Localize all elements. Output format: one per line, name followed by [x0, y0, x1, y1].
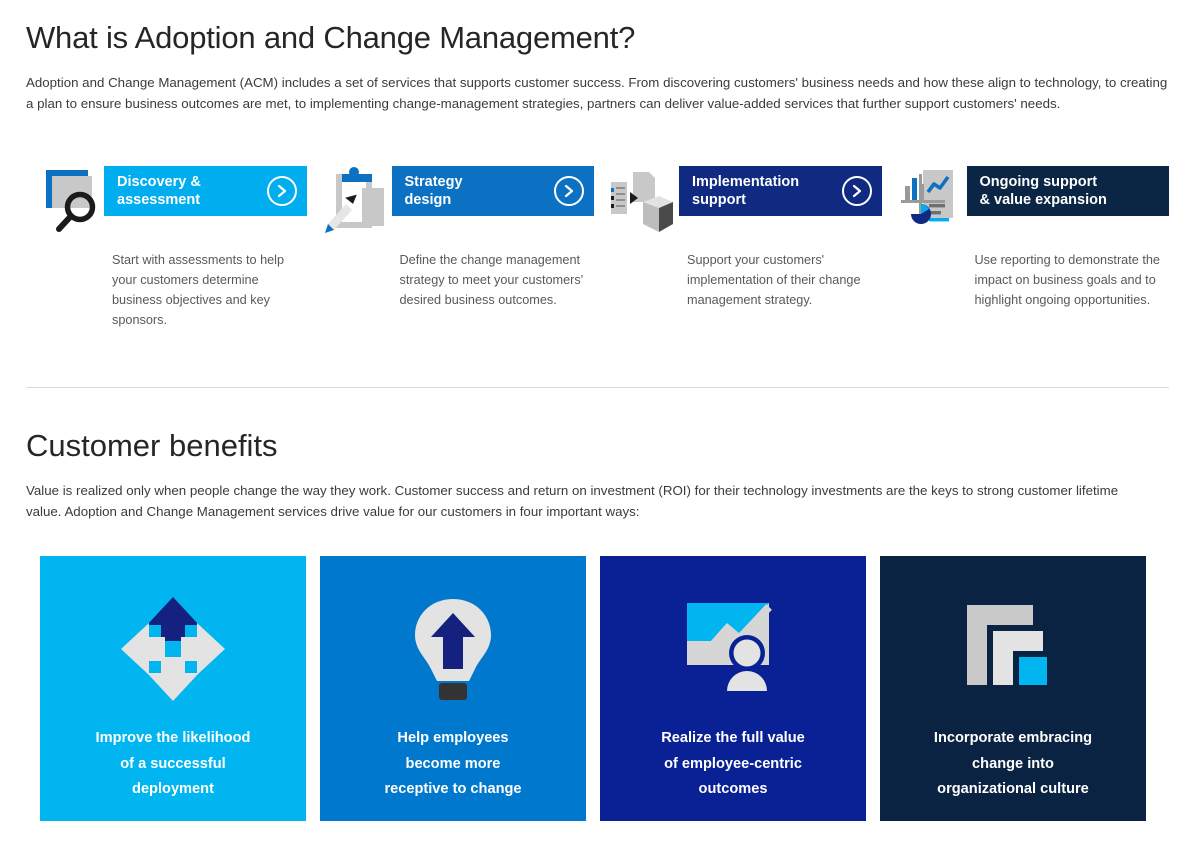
- benefit-tile-label-line2: change into: [972, 755, 1054, 772]
- process-card-strategy[interactable]: Strategy design Define the change manage…: [322, 162, 594, 330]
- process-card-title: Ongoing support & value expansion: [980, 173, 1107, 209]
- process-card-title-line1: Implementation: [692, 174, 800, 190]
- process-card-title-line2: support: [692, 192, 746, 208]
- benefit-tile-label: Improve the likelihood of a successful d…: [82, 726, 265, 803]
- four-way-arrows-icon: [98, 574, 248, 724]
- benefit-tile-employee-centric[interactable]: Realize the full value of employee-centr…: [600, 556, 866, 821]
- process-card-title: Strategy design: [405, 173, 463, 209]
- lightbulb-up-arrow-icon: [378, 574, 528, 724]
- clipboard-pen-icon: [322, 162, 392, 240]
- chart-person-icon: [658, 574, 808, 724]
- process-card-title-line1: Ongoing support: [979, 174, 1098, 190]
- chevron-right-icon[interactable]: [554, 176, 584, 206]
- process-cards-row: Discovery & assessment Start with assess…: [26, 162, 1169, 330]
- benefit-tile-label: Help employees become more receptive to …: [370, 726, 535, 803]
- process-card-description: Start with assessments to help your cust…: [112, 253, 285, 327]
- process-card-description: Define the change management strategy to…: [399, 253, 584, 307]
- process-card-header-discovery[interactable]: Discovery & assessment: [104, 166, 307, 216]
- process-card-discovery[interactable]: Discovery & assessment Start with assess…: [34, 162, 307, 330]
- process-card-ongoing-support[interactable]: Ongoing support & value expansion Use re…: [897, 162, 1169, 330]
- process-card-header-implementation[interactable]: Implementation support: [679, 166, 882, 216]
- process-card-title-line2: & value expansion: [979, 192, 1107, 208]
- benefit-tile-label-line2: of a successful: [120, 755, 226, 772]
- process-card-top: Ongoing support & value expansion: [897, 162, 1169, 240]
- nested-corners-icon: [938, 574, 1088, 724]
- process-card-implementation[interactable]: Implementation support Support your cust…: [609, 162, 882, 330]
- benefit-tile-culture[interactable]: Incorporate embracing change into organi…: [880, 556, 1146, 821]
- customer-benefits-section: Customer benefits Value is realized only…: [0, 388, 1195, 821]
- benefit-tile-deployment[interactable]: Improve the likelihood of a successful d…: [40, 556, 306, 821]
- benefit-tile-label: Realize the full value of employee-centr…: [647, 726, 819, 803]
- process-card-description: Use reporting to demonstrate the impact …: [974, 253, 1160, 307]
- process-card-title: Discovery & assessment: [117, 173, 201, 209]
- process-card-header-strategy[interactable]: Strategy design: [391, 166, 594, 216]
- benefit-tile-label-line1: Help employees: [397, 730, 509, 746]
- process-card-top: Implementation support: [609, 162, 882, 240]
- chevron-right-icon[interactable]: [266, 176, 297, 206]
- benefit-tile-label-line3: deployment: [132, 781, 214, 797]
- benefit-tile-label-line2: become more: [405, 755, 501, 772]
- process-card-title-line2: assessment: [117, 192, 201, 208]
- process-card-title-line1: Strategy: [404, 174, 463, 190]
- benefit-tile-label-line1: Incorporate embracing: [933, 730, 1093, 746]
- benefit-tile-label-line3: organizational culture: [937, 781, 1089, 797]
- benefit-tile-receptive[interactable]: Help employees become more receptive to …: [320, 556, 586, 821]
- benefit-tiles-row: Improve the likelihood of a successful d…: [26, 556, 1169, 821]
- process-card-description: Support your customers' implementation o…: [687, 253, 861, 307]
- benefit-tile-label-line3: outcomes: [698, 781, 768, 797]
- process-card-title-line2: design: [404, 192, 452, 208]
- section-title: Customer benefits: [26, 428, 278, 463]
- process-card-header-ongoing-support[interactable]: Ongoing support & value expansion: [966, 166, 1169, 216]
- process-card-title: Implementation support: [692, 173, 799, 209]
- page-title: What is Adoption and Change Management?: [26, 20, 636, 55]
- screen-magnifier-icon: [34, 162, 104, 240]
- benefit-tile-label-line1: Improve the likelihood: [95, 730, 251, 746]
- box-documents-icon: [609, 162, 679, 240]
- intro-paragraph: Adoption and Change Management (ACM) inc…: [26, 75, 1168, 111]
- benefit-tile-label: Incorporate embracing change into organi…: [920, 726, 1106, 803]
- process-card-top: Discovery & assessment: [34, 162, 307, 240]
- dashboard-report-icon: [897, 162, 967, 240]
- benefits-paragraph: Value is realized only when people chang…: [26, 483, 1119, 519]
- process-card-title-line1: Discovery &: [117, 174, 201, 190]
- chevron-right-icon[interactable]: [841, 176, 872, 206]
- what-is-acm-section: What is Adoption and Change Management? …: [0, 0, 1195, 330]
- benefit-tile-label-line2: of employee-centric: [664, 755, 802, 772]
- benefit-tile-label-line1: Realize the full value: [661, 730, 805, 746]
- benefit-tile-label-line3: receptive to change: [384, 781, 522, 797]
- process-card-top: Strategy design: [322, 162, 594, 240]
